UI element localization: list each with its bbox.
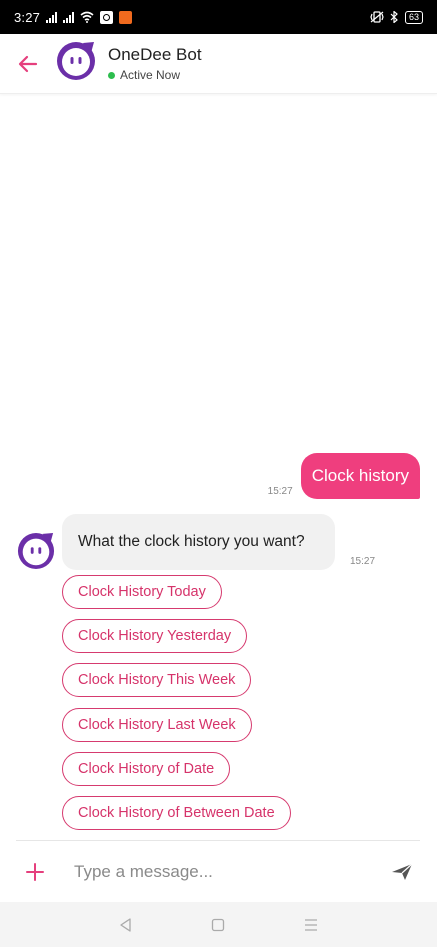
battery-icon: 63 <box>404 10 423 24</box>
bot-name: OneDee Bot <box>108 45 202 64</box>
app-icon <box>119 10 133 24</box>
triangle-back-icon <box>120 917 131 932</box>
outgoing-message: 15:27 Clock history <box>268 453 420 499</box>
nav-home-button[interactable] <box>198 905 238 945</box>
quick-reply-button[interactable]: Clock History Last Week <box>62 708 252 742</box>
active-status: Active Now <box>108 68 202 82</box>
back-button[interactable] <box>0 34 56 94</box>
quick-reply-button[interactable]: Clock History of Date <box>62 752 231 786</box>
online-dot-icon <box>108 71 115 79</box>
outgoing-bubble: Clock history <box>300 453 420 499</box>
vibrate-icon <box>370 11 384 23</box>
nav-back-button[interactable] <box>106 905 146 945</box>
bot-avatar-small <box>17 532 55 570</box>
incoming-bubble: What the clock history you want? <box>62 514 335 570</box>
send-button[interactable] <box>367 841 437 902</box>
bluetooth-icon <box>390 11 398 23</box>
chat-area[interactable]: 15:27 Clock history What the clock histo… <box>0 94 437 840</box>
quick-reply-button[interactable]: Clock History This Week <box>62 663 252 697</box>
bot-face-icon <box>57 42 95 80</box>
bot-avatar[interactable] <box>56 41 96 86</box>
active-status-text: Active Now <box>120 68 181 82</box>
message-composer <box>0 841 437 902</box>
message-time: 15:27 <box>267 486 293 497</box>
bot-face-icon <box>17 532 55 570</box>
arrow-left-icon <box>18 55 38 72</box>
chat-header: OneDee Bot Active Now <box>0 34 437 94</box>
signal-icon <box>46 11 58 23</box>
message-time: 15:27 <box>350 556 376 567</box>
status-bar: 3:27 63 <box>0 0 437 34</box>
send-icon <box>392 863 413 880</box>
quick-reply-button[interactable]: Clock History Yesterday <box>62 619 248 653</box>
nav-menu-button[interactable] <box>291 905 331 945</box>
status-time: 3:27 <box>14 9 41 25</box>
quick-reply-button[interactable]: Clock History Today <box>62 575 222 609</box>
wifi-icon <box>80 11 94 23</box>
signal-icon <box>63 11 75 23</box>
square-home-icon <box>212 918 225 931</box>
system-nav-bar <box>0 902 437 947</box>
app-icon <box>100 10 114 24</box>
plus-icon <box>26 862 44 881</box>
menu-lines-icon <box>304 918 317 931</box>
message-input[interactable] <box>70 851 367 892</box>
attach-button[interactable] <box>0 841 70 902</box>
quick-reply-button[interactable]: Clock History of Between Date <box>62 796 291 830</box>
